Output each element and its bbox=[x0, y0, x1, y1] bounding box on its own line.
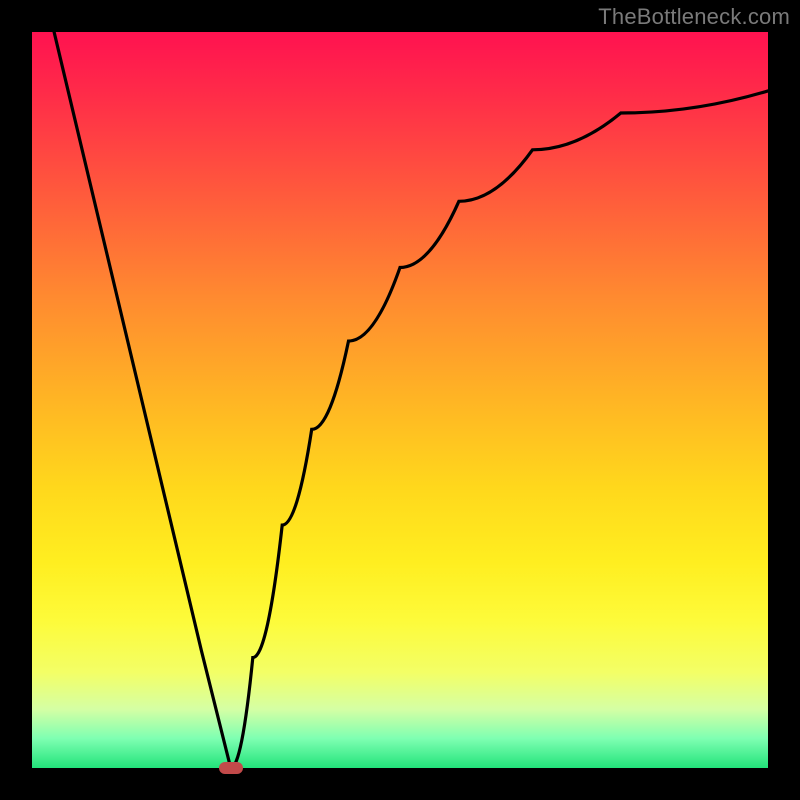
chart-frame: TheBottleneck.com bbox=[0, 0, 800, 800]
minimum-marker bbox=[219, 762, 243, 774]
plot-area bbox=[32, 32, 768, 768]
watermark-text: TheBottleneck.com bbox=[598, 4, 790, 30]
bottleneck-curve bbox=[32, 32, 768, 768]
curve-path bbox=[54, 32, 768, 768]
